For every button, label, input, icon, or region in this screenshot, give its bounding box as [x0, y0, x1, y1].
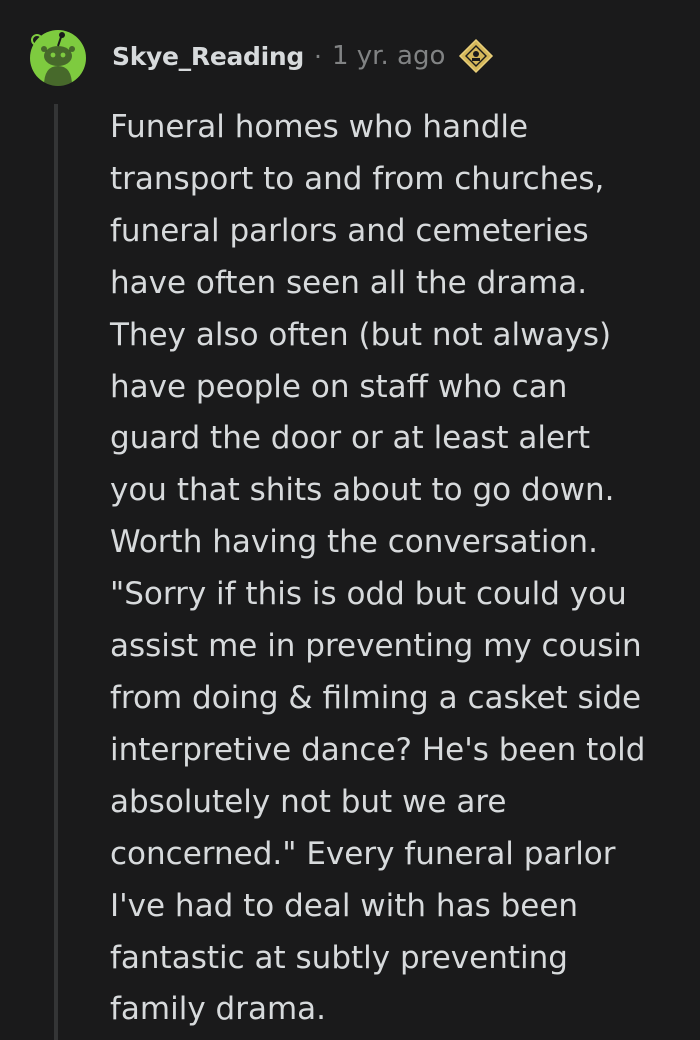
author-name[interactable]: Skye_Reading [112, 42, 304, 71]
comment-body-line: guard the door or at least alert [110, 420, 590, 457]
comment-header: Skye_Reading · 1 yr. ago [112, 34, 495, 78]
comment-body-line: Worth having the conversation. [110, 524, 598, 561]
comment-body-line: you that shits about to go down. [110, 472, 615, 509]
comment-body-line: concerned." Every funeral parlor [110, 835, 616, 872]
comment: Skye_Reading · 1 yr. ago Funeral homes w… [0, 0, 700, 1040]
comment-body-line: Funeral homes who handle [110, 109, 529, 145]
comment-body-line: I've had to deal with has been [110, 887, 579, 924]
comment-body-line: interpretive dance? He's been told [110, 731, 646, 768]
comment-body-line: have often seen all the drama. [110, 264, 588, 301]
helpful-award-icon[interactable] [457, 37, 495, 75]
comment-body-line: family drama. [110, 991, 327, 1028]
comment-body-line: from doing & filming a casket side [110, 679, 642, 716]
comment-body-line: fantastic at subtly preventing [110, 939, 568, 976]
meta-separator: · [314, 41, 322, 71]
user-avatar[interactable] [22, 26, 94, 86]
snoo-avatar-icon [30, 30, 86, 86]
comment-timestamp[interactable]: 1 yr. ago [332, 41, 445, 71]
comment-body-line: They also often (but not always) [110, 316, 612, 353]
comment-body-line: absolutely not but we are [110, 783, 507, 820]
comment-body-line: "Sorry if this is odd but could you [110, 576, 627, 613]
comment-body-line: funeral parlors and cemeteries [110, 212, 589, 249]
comment-body-line: have people on staff who can [110, 368, 568, 405]
comment-body-line: assist me in preventing my cousin [110, 628, 642, 665]
thread-collapse-line[interactable] [54, 104, 58, 1040]
comment-body-line: transport to and from churches, [110, 160, 605, 197]
comment-body: Funeral homes who handle transport to and… [110, 102, 680, 1036]
